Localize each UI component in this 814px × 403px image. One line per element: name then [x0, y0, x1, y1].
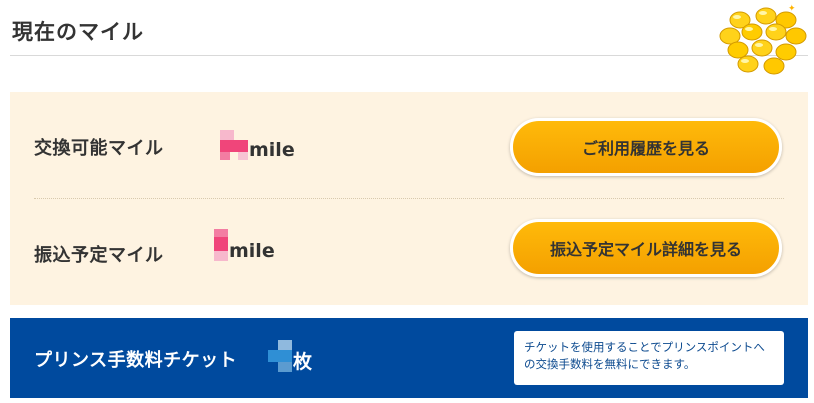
current-miles-page: 現在のマイル ✦ 交換可能マイル mile ご利用履歴を見る 振込予定マイル m… [0, 0, 814, 403]
scheduled-miles-detail-button[interactable]: 振込予定マイル詳細を見る [510, 219, 782, 277]
redacted-amount [214, 229, 228, 261]
redacted-amount [268, 340, 292, 372]
mile-unit: mile [229, 240, 275, 262]
ticket-info-note: チケットを使用することでプリンスポイントへの交換手数料を無料にできます。 [514, 331, 784, 385]
section-header: 現在のマイル ✦ [10, 0, 808, 75]
gold-coins-icon: ✦ [719, 4, 807, 75]
redacted-amount [220, 130, 248, 160]
exchangeable-miles-label: 交換可能マイル [34, 138, 164, 159]
scheduled-miles-label: 振込予定マイル [34, 245, 164, 266]
exchangeable-miles-value: mile [220, 130, 295, 160]
ticket-unit: 枚 [293, 351, 313, 373]
prince-fee-ticket-bar: プリンス手数料チケット 枚 チケットを使用することでプリンスポイントへの交換手数… [10, 318, 808, 398]
ticket-label: プリンス手数料チケット [34, 350, 238, 371]
scheduled-miles-row: 振込予定マイル mile 振込予定マイル詳細を見る [10, 199, 808, 305]
usage-history-button[interactable]: ご利用履歴を見る [510, 118, 782, 176]
ticket-count-value: 枚 [268, 340, 312, 372]
page-title: 現在のマイル [12, 20, 144, 44]
mile-unit: mile [249, 139, 295, 161]
scheduled-miles-value: mile [214, 229, 275, 262]
svg-text:✦: ✦ [788, 4, 796, 14]
exchangeable-miles-row: 交換可能マイル mile ご利用履歴を見る [10, 92, 808, 198]
miles-panel: 交換可能マイル mile ご利用履歴を見る 振込予定マイル mile 振込予定マ… [10, 92, 808, 305]
